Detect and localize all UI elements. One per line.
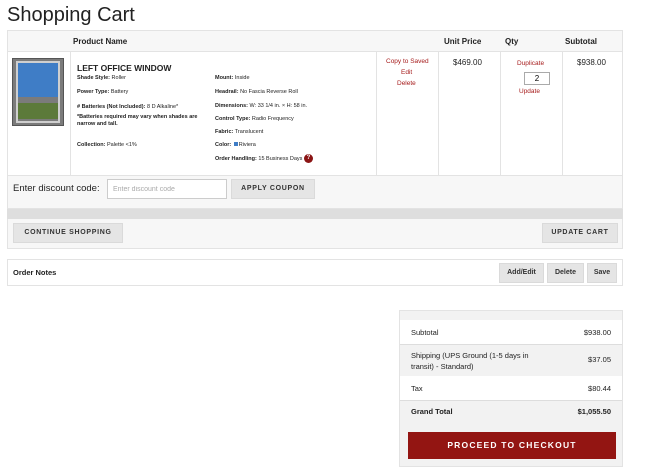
cart-table-header: Product Name Unit Price Qty Subtotal (8, 31, 622, 52)
page-title: Shopping Cart (7, 4, 135, 26)
discount-section: Enter discount code: APPLY COUPON (7, 176, 623, 209)
spec-control-type: Control Type: Radio Frequency (215, 116, 294, 122)
notes-add-edit-button[interactable]: Add/Edit (499, 263, 544, 283)
summary-subtotal-row: Subtotal $938.00 (400, 320, 622, 344)
spec-power-type: Power Type: Battery (77, 89, 129, 95)
order-summary: Subtotal $938.00 Shipping (UPS Ground (1… (399, 310, 623, 467)
help-icon[interactable]: ? (303, 154, 313, 163)
notes-save-button[interactable]: Save (587, 263, 617, 283)
section-divider (7, 209, 623, 219)
copy-to-saved-link[interactable]: Copy to Saved (386, 58, 429, 65)
discount-label: Enter discount code: (13, 183, 100, 194)
update-qty-link[interactable]: Update (519, 88, 540, 95)
summary-shipping-row: Shipping (UPS Ground (1-5 days in transi… (400, 344, 622, 376)
column-divider (70, 52, 71, 175)
cart-actions-bar: CONTINUE SHOPPING UPDATE CART (7, 219, 623, 249)
column-divider (376, 52, 377, 175)
grand-total-value: $1,055.50 (577, 407, 611, 416)
order-notes-label: Order Notes (13, 268, 57, 277)
spec-collection: Collection: Palette <1% (77, 142, 137, 148)
edit-link[interactable]: Edit (401, 69, 412, 76)
subtotal-label: Subtotal (411, 328, 439, 337)
header-product-name: Product Name (73, 37, 128, 46)
spec-order-handling: Order Handling: 15 Business Days ? (215, 154, 353, 163)
quantity-input[interactable] (524, 72, 550, 85)
tax-label: Tax (411, 384, 423, 393)
column-divider (438, 52, 439, 175)
grand-total-label: Grand Total (411, 407, 453, 416)
spec-battery-note: *Batteries required may vary when shades… (77, 114, 198, 127)
delete-item-link[interactable]: Delete (397, 80, 416, 87)
discount-code-input[interactable] (107, 179, 227, 199)
product-name: LEFT OFFICE WINDOW (77, 63, 172, 73)
header-subtotal: Subtotal (565, 37, 597, 46)
spec-fabric: Fabric: Translucent (215, 129, 264, 135)
continue-shopping-button[interactable]: CONTINUE SHOPPING (13, 223, 123, 243)
spec-shade-style: Shade Style: Roller (77, 75, 126, 81)
shipping-label: Shipping (UPS Ground (1-5 days in transi… (411, 351, 529, 371)
product-thumbnail[interactable] (12, 58, 64, 126)
header-qty: Qty (505, 37, 519, 46)
notes-delete-button[interactable]: Delete (547, 263, 584, 283)
tax-value: $80.44 (588, 384, 611, 393)
order-notes-section: Order Notes Add/Edit Delete Save (7, 259, 623, 286)
column-divider (500, 52, 501, 175)
spec-headrail: Headrail: No Fascia Reverse Roll (215, 89, 298, 95)
proceed-to-checkout-button[interactable]: PROCEED TO CHECKOUT (408, 432, 616, 459)
spec-batteries: # Batteries (Not Included): 8 D Alkaline… (77, 104, 179, 110)
summary-grand-total-row: Grand Total $1,055.50 (400, 400, 622, 424)
spec-dimensions: Dimensions: W: 33 1/4 in. × H: 58 in. (215, 103, 308, 109)
unit-price: $469.00 (453, 58, 482, 67)
spec-color: Color: Riviera (215, 142, 256, 148)
header-unit-price: Unit Price (444, 37, 482, 46)
subtotal-value: $938.00 (583, 328, 611, 337)
update-cart-button[interactable]: UPDATE CART (542, 223, 618, 243)
shipping-value: $37.05 (588, 355, 611, 364)
column-divider (562, 52, 563, 175)
spec-mount: Mount: Inside (215, 75, 250, 81)
duplicate-link[interactable]: Duplicate (517, 60, 544, 67)
summary-tax-row: Tax $80.44 (400, 376, 622, 400)
line-subtotal: $938.00 (577, 58, 606, 67)
window-frame-image (16, 61, 60, 123)
apply-coupon-button[interactable]: APPLY COUPON (231, 179, 315, 199)
cart-table: Product Name Unit Price Qty Subtotal LEF… (7, 30, 623, 176)
color-swatch (233, 142, 238, 146)
